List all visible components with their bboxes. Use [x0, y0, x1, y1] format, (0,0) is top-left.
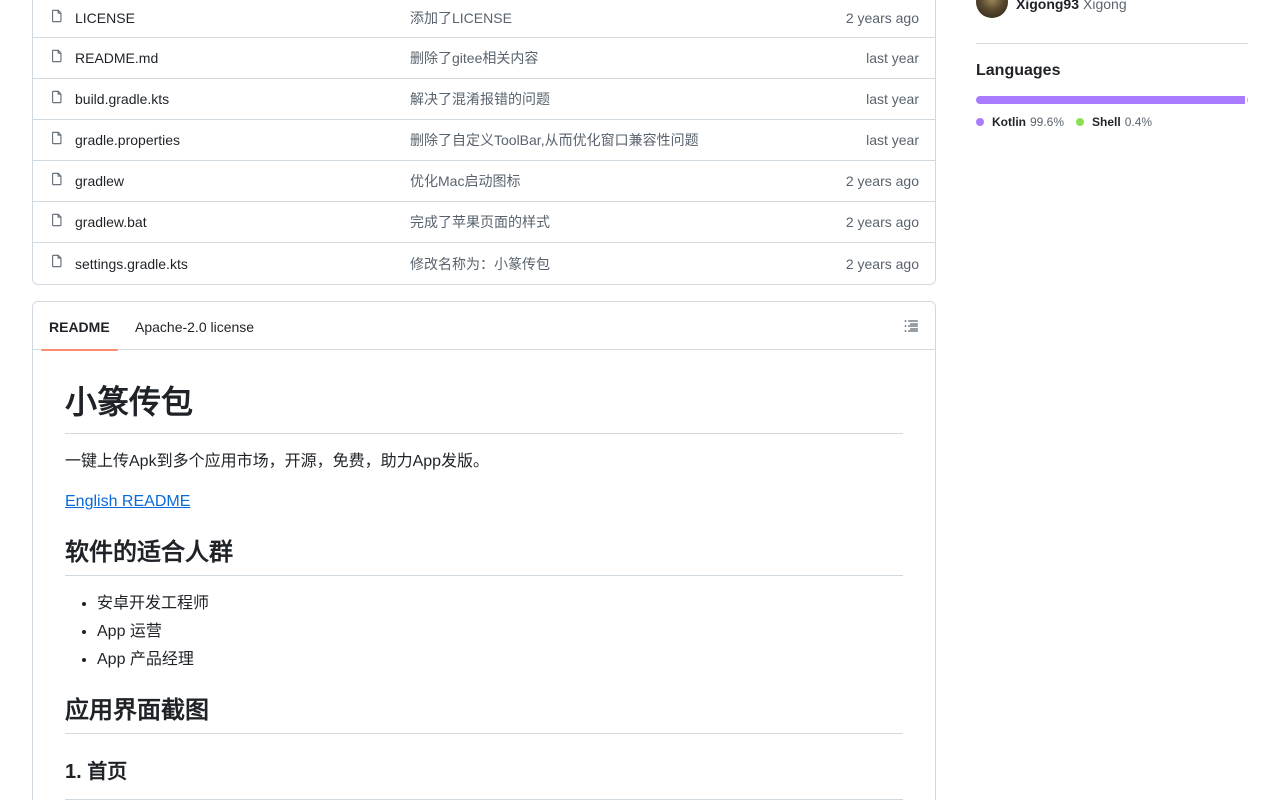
file-icon	[52, 90, 62, 104]
section-heading-audience: 软件的适合人群	[65, 536, 903, 576]
file-table: LICENSE 添加了LICENSE 2 years ago README.md…	[32, 0, 936, 285]
list-item: App 产品经理	[97, 646, 209, 674]
language-percent: 0.4%	[1124, 115, 1153, 129]
file-row[interactable]: settings.gradle.kts 修改名称为：小篆传包 2 years a…	[33, 243, 935, 284]
contributor-name[interactable]: Xigong93 Xigong	[1016, 0, 1127, 12]
list-item: 安卓开发工程师	[97, 590, 209, 618]
contributor-avatar[interactable]	[976, 0, 1008, 18]
file-name[interactable]: README.md	[75, 50, 158, 66]
commit-message[interactable]: 解决了混淆报错的问题	[410, 89, 550, 109]
readme-intro: 一键上传Apk到多个应用市场，开源，免费，助力App发版。	[65, 453, 490, 470]
readme-tab-bar: README Apache-2.0 license	[33, 302, 935, 351]
language-item-shell[interactable]: Shell 0.4%	[1076, 115, 1152, 129]
language-segment-kotlin[interactable]	[976, 96, 1245, 104]
file-name[interactable]: gradlew.bat	[75, 214, 147, 230]
commit-date: 2 years ago	[845, 214, 919, 230]
readme-title: 小篆传包	[65, 382, 903, 434]
kotlin-color-dot	[976, 118, 984, 126]
commit-message[interactable]: 修改名称为：小篆传包	[410, 254, 550, 274]
language-name: Shell	[1092, 115, 1121, 129]
file-icon	[52, 131, 62, 145]
commit-date: last year	[866, 91, 919, 107]
outline-list-icon[interactable]	[903, 318, 919, 334]
file-name[interactable]: gradle.properties	[75, 132, 180, 148]
languages-legend: Kotlin 99.6% Shell 0.4%	[976, 115, 1152, 129]
language-segment-shell[interactable]	[1246, 96, 1248, 104]
audience-list: 安卓开发工程师 App 运营 App 产品经理	[97, 590, 209, 674]
file-name[interactable]: LICENSE	[75, 10, 135, 26]
commit-message[interactable]: 删除了自定义ToolBar,从而优化窗口兼容性问题	[410, 130, 699, 150]
file-icon	[52, 172, 62, 186]
file-row[interactable]: LICENSE 添加了LICENSE 2 years ago	[33, 0, 935, 38]
language-item-kotlin[interactable]: Kotlin 99.6%	[976, 115, 1064, 129]
contributor-display-name: Xigong	[1083, 0, 1127, 12]
file-icon	[52, 9, 62, 23]
file-name[interactable]: build.gradle.kts	[75, 91, 169, 107]
file-name[interactable]: settings.gradle.kts	[75, 256, 188, 272]
readme-panel: README Apache-2.0 license 小篆传包 一键上传Apk到多…	[32, 301, 936, 800]
commit-date: 2 years ago	[845, 173, 919, 189]
file-icon	[52, 213, 62, 227]
file-name[interactable]: gradlew	[75, 173, 124, 189]
commit-message[interactable]: 优化Mac启动图标	[410, 171, 520, 191]
file-row[interactable]: build.gradle.kts 解决了混淆报错的问题 last year	[33, 79, 935, 120]
commit-message[interactable]: 删除了gitee相关内容	[410, 48, 538, 68]
tab-license[interactable]: Apache-2.0 license	[135, 302, 254, 350]
language-percent: 99.6%	[1030, 115, 1065, 129]
commit-date: 2 years ago	[845, 9, 919, 26]
tab-readme[interactable]: README	[41, 302, 118, 351]
file-icon	[52, 49, 62, 63]
sidebar-divider	[976, 43, 1248, 44]
commit-message[interactable]: 添加了LICENSE	[410, 8, 512, 28]
commit-date: last year	[866, 50, 919, 66]
languages-bar	[976, 96, 1248, 104]
file-row[interactable]: gradle.properties 删除了自定义ToolBar,从而优化窗口兼容…	[33, 120, 935, 161]
list-item: App 运营	[97, 618, 209, 646]
file-row[interactable]: README.md 删除了gitee相关内容 last year	[33, 38, 935, 79]
contributor-login[interactable]: Xigong93	[1016, 0, 1079, 12]
language-name: Kotlin	[992, 115, 1026, 129]
file-icon	[52, 254, 62, 268]
subsection-heading-home: 1. 首页	[65, 758, 903, 800]
commit-message[interactable]: 完成了苹果页面的样式	[410, 212, 550, 232]
file-row[interactable]: gradlew 优化Mac启动图标 2 years ago	[33, 161, 935, 202]
commit-date: 2 years ago	[845, 255, 919, 272]
section-heading-screenshots: 应用界面截图	[65, 694, 903, 734]
shell-color-dot	[1076, 118, 1085, 126]
commit-date: last year	[866, 132, 919, 148]
file-row[interactable]: gradlew.bat 完成了苹果页面的样式 2 years ago	[33, 202, 935, 243]
english-readme-link[interactable]: English README	[65, 490, 190, 514]
languages-heading: Languages	[976, 62, 1061, 79]
